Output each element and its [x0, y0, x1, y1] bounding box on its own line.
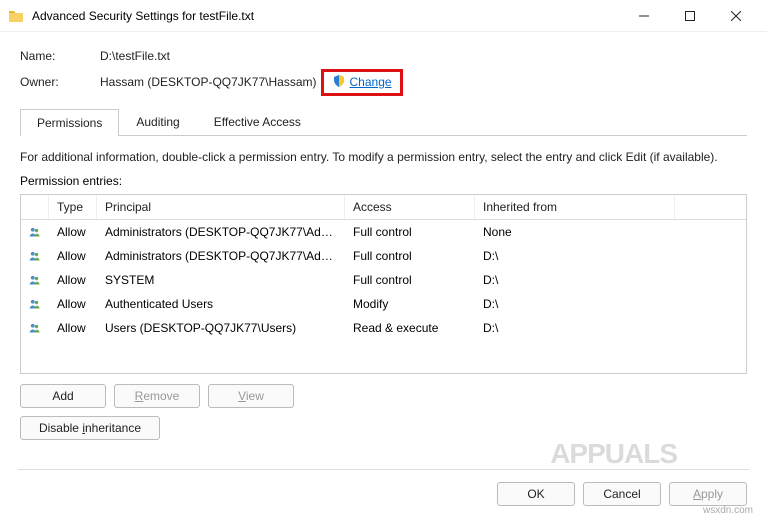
cell-inherited: D:\: [475, 271, 675, 289]
content-area: Name: D:\testFile.txt Owner: Hassam (DES…: [0, 32, 767, 448]
cell-principal: Administrators (DESKTOP-QQ7JK77\Admini..…: [97, 247, 345, 265]
table-row[interactable]: AllowAdministrators (DESKTOP-QQ7JK77\Adm…: [21, 220, 746, 244]
col-access[interactable]: Access: [345, 195, 475, 219]
cell-inherited: D:\: [475, 247, 675, 265]
cell-principal: Administrators (DESKTOP-QQ7JK77\Admini..…: [97, 223, 345, 241]
col-principal[interactable]: Principal: [97, 195, 345, 219]
table-row[interactable]: AllowAuthenticated UsersModifyD:\: [21, 292, 746, 316]
disable-inheritance-button[interactable]: Disable inheritance: [20, 416, 160, 440]
window-controls: [621, 0, 759, 32]
add-button[interactable]: Add: [20, 384, 106, 408]
close-button[interactable]: [713, 0, 759, 32]
change-highlight: Change: [321, 69, 403, 96]
table-body: AllowAdministrators (DESKTOP-QQ7JK77\Adm…: [21, 220, 746, 340]
col-icon[interactable]: [21, 195, 49, 219]
folder-icon: [8, 8, 24, 24]
col-type[interactable]: Type: [49, 195, 97, 219]
tab-permissions[interactable]: Permissions: [20, 109, 119, 136]
cell-access: Full control: [345, 223, 475, 241]
users-icon: [21, 222, 49, 242]
cell-access: Full control: [345, 247, 475, 265]
description-text: For additional information, double-click…: [20, 150, 747, 164]
window-title: Advanced Security Settings for testFile.…: [32, 9, 621, 23]
users-icon: [21, 318, 49, 338]
cell-access: Full control: [345, 271, 475, 289]
shield-icon: [332, 74, 346, 91]
apply-button[interactable]: Apply: [669, 482, 747, 506]
tabs: Permissions Auditing Effective Access: [20, 108, 747, 136]
cell-type: Allow: [49, 271, 97, 289]
cell-type: Allow: [49, 295, 97, 313]
owner-row: Owner: Hassam (DESKTOP-QQ7JK77\Hassam) C…: [20, 70, 747, 94]
tab-effective-access[interactable]: Effective Access: [197, 108, 318, 135]
cell-type: Allow: [49, 247, 97, 265]
col-inherited[interactable]: Inherited from: [475, 195, 675, 219]
name-label: Name:: [20, 49, 100, 63]
cell-principal: Users (DESKTOP-QQ7JK77\Users): [97, 319, 345, 337]
users-icon: [21, 294, 49, 314]
maximize-button[interactable]: [667, 0, 713, 32]
table-row[interactable]: AllowSYSTEMFull controlD:\: [21, 268, 746, 292]
cell-principal: Authenticated Users: [97, 295, 345, 313]
cell-inherited: D:\: [475, 295, 675, 313]
entries-label: Permission entries:: [20, 174, 747, 188]
remove-button[interactable]: Remove: [114, 384, 200, 408]
cell-access: Modify: [345, 295, 475, 313]
permissions-table: Type Principal Access Inherited from All…: [20, 194, 747, 374]
ok-button[interactable]: OK: [497, 482, 575, 506]
watermark-brand: APPUALS: [550, 438, 677, 470]
inheritance-row: Disable inheritance: [20, 416, 747, 440]
cell-access: Read & execute: [345, 319, 475, 337]
users-icon: [21, 270, 49, 290]
entry-buttons: Add Remove View: [20, 384, 747, 408]
view-button[interactable]: View: [208, 384, 294, 408]
owner-label: Owner:: [20, 75, 100, 89]
name-value: D:\testFile.txt: [100, 49, 170, 63]
tab-auditing[interactable]: Auditing: [119, 108, 196, 135]
dialog-buttons: OK Cancel Apply: [497, 482, 747, 506]
users-icon: [21, 246, 49, 266]
titlebar: Advanced Security Settings for testFile.…: [0, 0, 767, 32]
cell-type: Allow: [49, 223, 97, 241]
name-row: Name: D:\testFile.txt: [20, 44, 747, 68]
table-row[interactable]: AllowUsers (DESKTOP-QQ7JK77\Users)Read &…: [21, 316, 746, 340]
minimize-button[interactable]: [621, 0, 667, 32]
cell-inherited: None: [475, 223, 675, 241]
table-row[interactable]: AllowAdministrators (DESKTOP-QQ7JK77\Adm…: [21, 244, 746, 268]
cell-principal: SYSTEM: [97, 271, 345, 289]
watermark-text: wsxdn.com: [703, 505, 753, 516]
cell-type: Allow: [49, 319, 97, 337]
cancel-button[interactable]: Cancel: [583, 482, 661, 506]
owner-value: Hassam (DESKTOP-QQ7JK77\Hassam): [100, 75, 317, 89]
table-header: Type Principal Access Inherited from: [21, 195, 746, 220]
cell-inherited: D:\: [475, 319, 675, 337]
change-owner-link[interactable]: Change: [350, 75, 392, 89]
